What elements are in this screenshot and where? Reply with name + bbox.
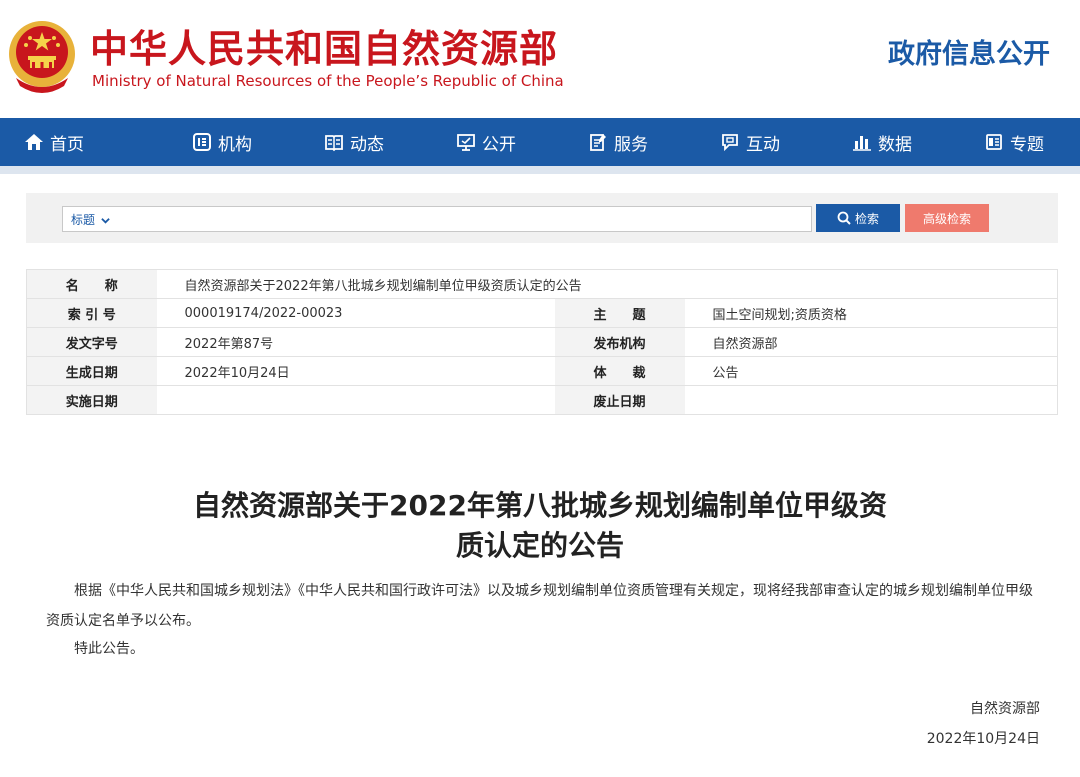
site-header: 中华人民共和国自然资源部 Ministry of Natural Resourc… (0, 0, 1080, 118)
nav-item-data[interactable]: 数据 (816, 118, 948, 166)
table-row: 索 引 号 000019174/2022-00023 主 题 国土空间规划;资质… (26, 298, 1058, 328)
nav-item-label: 首页 (50, 134, 84, 155)
disclosure-icon (457, 134, 475, 151)
search-box: 标题 (62, 206, 812, 232)
advanced-search-button[interactable]: 高级检索 (905, 204, 989, 232)
site-subtitle: Ministry of Natural Resources of the Peo… (92, 72, 564, 90)
genre-label: 体 裁 (554, 356, 685, 386)
doc-no-value: 2022年第87号 (156, 327, 555, 357)
name-label: 名 称 (26, 269, 157, 299)
nav-divider (0, 166, 1080, 174)
home-icon (25, 134, 43, 150)
site-title: 中华人民共和国自然资源部 (90, 27, 559, 71)
search-type-label: 标题 (71, 213, 96, 227)
name-value: 自然资源部关于2022年第八批城乡规划编制单位甲级资质认定的公告 (156, 269, 1058, 299)
nav-item-home[interactable]: 首页 (0, 118, 156, 166)
nav-item-label: 公开 (482, 134, 516, 155)
chat-icon (722, 134, 738, 152)
news-icon (325, 135, 343, 152)
nav-item-label: 数据 (878, 134, 912, 155)
subject-value: 国土空间规划;资质资格 (684, 298, 1058, 328)
gov-info-title[interactable]: 政府信息公开 (888, 32, 1050, 71)
search-panel: 标题 检索 高级检索 (26, 193, 1058, 243)
nav-item-news[interactable]: 动态 (288, 118, 420, 166)
nav-item-topic[interactable]: 专题 (948, 118, 1080, 166)
article-title-line1: 自然资源部关于2022年第八批城乡规划编制单位甲级资 (193, 489, 887, 522)
table-row: 实施日期 废止日期 (26, 385, 1058, 415)
article-paragraph: 根据《中华人民共和国城乡规划法》《中华人民共和国行政许可法》以及城乡规划编制单位… (46, 583, 1033, 629)
service-icon (590, 134, 606, 151)
chevron-down-icon (101, 218, 110, 224)
article-paragraph: 特此公告。 (74, 641, 144, 657)
effective-label: 实施日期 (26, 385, 157, 415)
effective-value (156, 385, 555, 415)
table-row: 生成日期 2022年10月24日 体 裁 公告 (26, 356, 1058, 386)
created-label: 生成日期 (26, 356, 157, 386)
article-signature: 自然资源部 (970, 701, 1040, 717)
genre-value: 公告 (684, 356, 1058, 386)
nav-item-label: 互动 (746, 134, 780, 155)
abolish-label: 废止日期 (554, 385, 685, 415)
search-button[interactable]: 检索 (816, 204, 900, 232)
search-icon (837, 211, 851, 225)
index-value: 000019174/2022-00023 (156, 298, 555, 328)
issuer-value: 自然资源部 (684, 327, 1058, 357)
abolish-value (684, 385, 1058, 415)
issuer-label: 发布机构 (554, 327, 685, 357)
nav-item-label: 机构 (218, 134, 252, 155)
search-type-dropdown[interactable]: 标题 (71, 211, 110, 228)
main-nav: 首页 机构 动态 公开 服务 互动 数据 专题 (0, 118, 1080, 166)
article-title: 自然资源部关于2022年第八批城乡规划编制单位甲级资 质认定的公告 (140, 486, 940, 566)
article-date: 2022年10月24日 (926, 731, 1040, 747)
article-title-line2: 质认定的公告 (455, 529, 624, 562)
topic-icon (986, 134, 1002, 150)
nav-item-disclosure[interactable]: 公开 (420, 118, 552, 166)
advanced-search-label: 高级检索 (922, 211, 971, 226)
document-info-table: 名 称 自然资源部关于2022年第八批城乡规划编制单位甲级资质认定的公告 索 引… (26, 269, 1058, 415)
nav-item-interaction[interactable]: 互动 (684, 118, 816, 166)
national-emblem-icon (9, 21, 75, 93)
search-input[interactable] (123, 207, 803, 231)
nav-item-label: 专题 (1010, 134, 1044, 155)
table-row: 名 称 自然资源部关于2022年第八批城乡规划编制单位甲级资质认定的公告 (26, 269, 1058, 299)
nav-item-label: 动态 (350, 134, 384, 155)
search-button-label: 检索 (854, 211, 879, 226)
index-label: 索 引 号 (26, 298, 157, 328)
nav-item-service[interactable]: 服务 (552, 118, 684, 166)
created-value: 2022年10月24日 (156, 356, 555, 386)
nav-item-organization[interactable]: 机构 (156, 118, 288, 166)
chart-icon (853, 136, 871, 151)
table-row: 发文字号 2022年第87号 发布机构 自然资源部 (26, 327, 1058, 357)
organization-icon (193, 133, 211, 151)
doc-no-label: 发文字号 (26, 327, 157, 357)
nav-item-label: 服务 (614, 134, 648, 155)
subject-label: 主 题 (554, 298, 685, 328)
